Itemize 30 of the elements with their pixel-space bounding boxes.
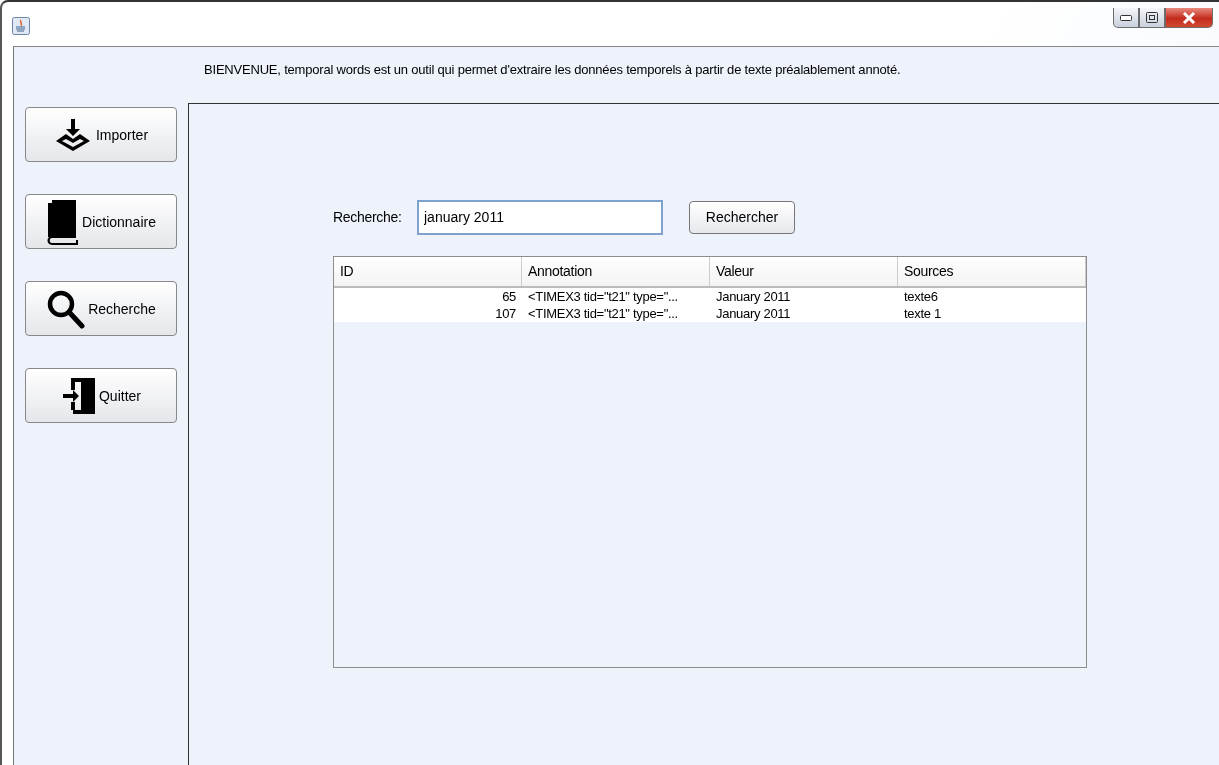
table-cell-text: January 2011 [715, 288, 792, 305]
book-icon [46, 198, 81, 245]
table-cell-text: January 2011 [715, 305, 792, 322]
table-cell-text: <TIMEX3 tid="t21" type="... [527, 305, 679, 322]
sidebar-button[interactable]: Importer [25, 107, 177, 162]
search-field[interactable]: january 2011 [417, 199, 663, 235]
sidebar-button[interactable]: Dictionnaire [25, 194, 177, 249]
maximize-icon [1146, 12, 1158, 23]
column-header[interactable]: Sources [898, 257, 1086, 286]
table-cell-text: 107 [494, 305, 517, 322]
column-header[interactable]: ID [334, 257, 522, 286]
table-cell-text: texte6 [903, 288, 939, 305]
close-button[interactable] [1165, 8, 1213, 28]
table-cell-text: texte 1 [903, 305, 942, 322]
coffee-cup-icon [12, 17, 30, 35]
column-header[interactable]: Annotation [522, 257, 710, 286]
sidebar-button[interactable]: Quitter [25, 368, 177, 423]
sidebar-button[interactable]: Recherche [25, 281, 177, 336]
welcome-text: BIENVENUE, temporal words est un outil qui permet d'extraire les données temporels à partir de texte préalablement annoté. [203, 61, 902, 79]
maximize-button[interactable] [1139, 8, 1165, 28]
table-cell-text: 65 [501, 288, 517, 305]
search-label: Recherche: [333, 209, 403, 225]
minimize-button[interactable] [1113, 8, 1139, 28]
search-button[interactable]: Rechercher [689, 200, 795, 234]
search-icon [46, 288, 87, 329]
close-icon [1182, 11, 1196, 24]
column-header[interactable]: Valeur [710, 257, 898, 286]
table-cell-text: <TIMEX3 tid="t21" type="... [527, 288, 679, 305]
exit-door-icon [61, 375, 97, 416]
minimize-icon [1120, 14, 1132, 21]
